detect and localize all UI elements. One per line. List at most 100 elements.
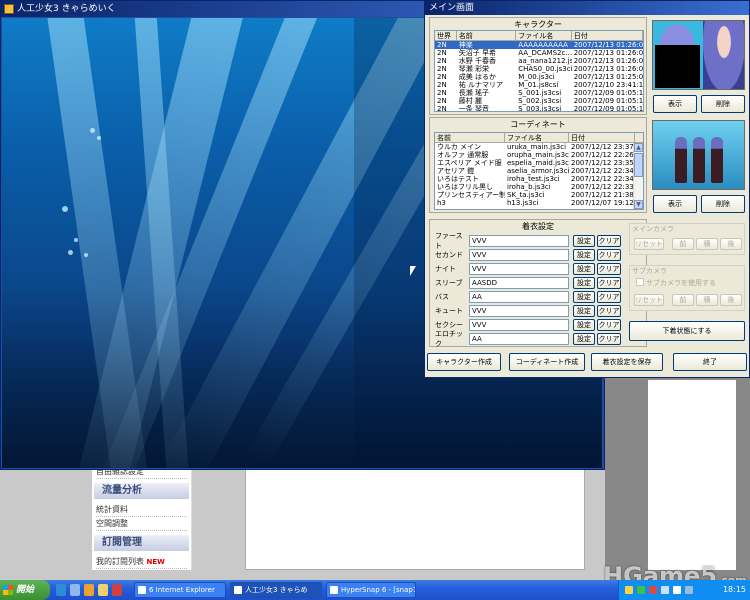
- tray-icon[interactable]: [661, 586, 669, 594]
- main-camera-back-button[interactable]: 後: [720, 238, 742, 250]
- clothing-clear-button[interactable]: クリア: [597, 332, 621, 345]
- clothing-clear-button[interactable]: クリア: [597, 304, 621, 317]
- main-window-titlebar[interactable]: メイン画面: [425, 1, 749, 15]
- sub-camera-reset-button[interactable]: リセット: [634, 294, 664, 306]
- clothing-setting-value-field[interactable]: VVV: [469, 248, 569, 261]
- scroll-down-arrow[interactable]: ▼: [634, 200, 643, 209]
- background-content-panel: [245, 465, 585, 570]
- character-row[interactable]: 2N 成美 はるか M_00.js3ci 2007/12/13 01:25:00: [435, 73, 643, 81]
- clothing-setting-value-field[interactable]: VVV: [469, 262, 569, 275]
- col-filename[interactable]: ファイル名: [505, 133, 569, 142]
- col-filename[interactable]: ファイル名: [516, 31, 572, 40]
- clothing-setting-value-field[interactable]: AASDD: [469, 276, 569, 289]
- clothing-set-button[interactable]: 設定: [573, 304, 595, 317]
- coordinate-show-button[interactable]: 表示: [653, 195, 697, 213]
- bubble: [68, 250, 73, 255]
- coordinate-row[interactable]: ウルカ メイン uruka_main.js3ci 2007/12/12 23:37:…: [435, 143, 643, 151]
- sub-camera-front-button[interactable]: 前: [672, 294, 694, 306]
- character-cell: S_002.js3csi: [518, 97, 562, 105]
- col-name[interactable]: 名前: [457, 31, 517, 40]
- coordinate-row[interactable]: h3 h13.js3ci 2007/12/07 19:12:34: [435, 199, 643, 207]
- character-show-button[interactable]: 表示: [653, 95, 697, 113]
- character-row[interactable]: 2N 神楽 AAAAAAAAAA 2007/12/13 01:26:00: [435, 41, 643, 49]
- coordinate-row[interactable]: いろはフリル黒し iroha_b.js3ci 2007/12/12 22:33:18: [435, 183, 643, 191]
- tray-icon[interactable]: [637, 586, 645, 594]
- start-button[interactable]: 開始: [0, 580, 50, 600]
- main-camera-side-button[interactable]: 横: [696, 238, 718, 250]
- quicklaunch-desktop-icon[interactable]: [70, 584, 80, 596]
- character-row[interactable]: 2N 水野 千春香 aa_nana1212.js...2007/12/13 01:2…: [435, 57, 643, 65]
- create-character-button[interactable]: キャラクター作成: [427, 353, 501, 371]
- sidebar-item-stats[interactable]: 統計資料: [96, 503, 187, 517]
- tray-icon[interactable]: [625, 586, 633, 594]
- clothing-setting-value-field[interactable]: AA: [469, 332, 569, 345]
- quicklaunch-ie-icon[interactable]: [56, 584, 66, 596]
- game-app-icon: [234, 586, 242, 594]
- coordinate-scrollbar[interactable]: ▲ ▼: [633, 143, 643, 209]
- sub-camera-back-button[interactable]: 後: [720, 294, 742, 306]
- sidebar-item-mylist[interactable]: 我的訂閱列表 NEW: [96, 555, 187, 569]
- clothing-setting-value-field[interactable]: VVV: [469, 304, 569, 317]
- clothing-set-button[interactable]: 設定: [573, 332, 595, 345]
- coordinate-cell: 2007/12/12 23:35:16: [571, 159, 635, 167]
- coordinate-row[interactable]: プリンセスティアー制服服SK_ta.js3ci 2007/12/12 21:38:…: [435, 191, 643, 199]
- character-row[interactable]: 2N 一条 琴音 S_003.js3csi 2007/12/09 01:05:13: [435, 105, 643, 111]
- taskbar-clock[interactable]: 18:15: [723, 580, 746, 600]
- clothing-set-button[interactable]: 設定: [573, 248, 595, 261]
- quicklaunch-media-icon[interactable]: [84, 584, 94, 596]
- clothing-clear-button[interactable]: クリア: [597, 248, 621, 261]
- scroll-thumb[interactable]: [634, 153, 643, 177]
- underwear-state-button[interactable]: 下着状態にする: [629, 321, 745, 341]
- coordinate-list[interactable]: 名前 ファイル名 日付 ウルカ メイン uruka_main.js3ci 2007/…: [434, 132, 644, 210]
- character-delete-button[interactable]: 削除: [701, 95, 745, 113]
- clothing-clear-button[interactable]: クリア: [597, 234, 621, 247]
- clothing-clear-button[interactable]: クリア: [597, 276, 621, 289]
- taskbar-item-game[interactable]: 人工少女3 きゃらめ: [230, 582, 322, 598]
- exit-button[interactable]: 終了: [673, 353, 747, 371]
- clothing-set-button[interactable]: 設定: [573, 234, 595, 247]
- character-row[interactable]: 2N 藤村 麗 S_002.js3csi 2007/12/09 01:05:13: [435, 97, 643, 105]
- taskbar-item-hypersnap[interactable]: HyperSnap 6 - [snap7...: [326, 582, 416, 598]
- windows-logo-icon: [3, 585, 13, 595]
- quicklaunch-app-icon[interactable]: [112, 584, 122, 596]
- coordinate-row[interactable]: アセリア 鎧 aselia_armor.js3ci 2007/12/12 22:34…: [435, 167, 643, 175]
- scroll-up-arrow[interactable]: ▲: [634, 143, 643, 152]
- main-camera-front-button[interactable]: 前: [672, 238, 694, 250]
- clothing-set-button[interactable]: 設定: [573, 290, 595, 303]
- character-row[interactable]: 2N 琴瀬 彩栄 CHAS0_00.js3ci 2007/12/13 01:26:00: [435, 65, 643, 73]
- col-world[interactable]: 世界: [435, 31, 457, 40]
- character-row[interactable]: 2N 矢沼子 早希 AA_DCAMS2c... 2007/12/13 01:26:00: [435, 49, 643, 57]
- use-sub-camera-checkbox[interactable]: [636, 278, 644, 286]
- clothing-set-button[interactable]: 設定: [573, 318, 595, 331]
- taskbar-item-ie[interactable]: 6 Internet Explorer: [134, 582, 226, 598]
- sidebar-item-space[interactable]: 空間調整: [96, 517, 187, 531]
- clothing-setting-value-field[interactable]: AA: [469, 290, 569, 303]
- coordinate-row[interactable]: オルファ 通常服 orupha_main.js3ci 2007/12/12 22:2…: [435, 151, 643, 159]
- clothing-clear-button[interactable]: クリア: [597, 290, 621, 303]
- col-date[interactable]: 日付: [572, 31, 643, 40]
- col-name[interactable]: 名前: [435, 133, 505, 142]
- quicklaunch-folder-icon[interactable]: [98, 584, 108, 596]
- character-cell: 藤村 麗: [458, 97, 483, 105]
- clothing-set-button[interactable]: 設定: [573, 276, 595, 289]
- coordinate-row[interactable]: エスペリア メイド服 espelia_maid.js3ci 2007/12/12 2…: [435, 159, 643, 167]
- col-date[interactable]: 日付: [569, 133, 635, 142]
- sub-camera-side-button[interactable]: 横: [696, 294, 718, 306]
- create-coordinate-button[interactable]: コーディネート作成: [509, 353, 585, 371]
- clothing-setting-value-field[interactable]: VVV: [469, 318, 569, 331]
- save-settings-button[interactable]: 着衣設定を保存: [591, 353, 663, 371]
- clothing-setting-row: キュート VVV 設定 クリア: [435, 304, 621, 317]
- tray-icon[interactable]: [649, 586, 657, 594]
- volume-icon[interactable]: [685, 586, 693, 594]
- character-row[interactable]: 2N 祐 ルナマリア M_01.js8csi 2007/12/10 23:41:17: [435, 81, 643, 89]
- coordinate-delete-button[interactable]: 削除: [701, 195, 745, 213]
- tray-icon[interactable]: [673, 586, 681, 594]
- main-camera-reset-button[interactable]: リセット: [634, 238, 664, 250]
- character-row[interactable]: 2N 長瀬 瑤子 S_001.js3csi 2007/12/09 01:05:13: [435, 89, 643, 97]
- clothing-clear-button[interactable]: クリア: [597, 262, 621, 275]
- character-list[interactable]: 世界 名前 ファイル名 日付 2N 神楽 AAAAAAAAAA 2007/12/13 …: [434, 30, 644, 112]
- coordinate-row[interactable]: いろはテスト iroha_test.js3ci 2007/12/12 22:34:0…: [435, 175, 643, 183]
- clothing-setting-value-field[interactable]: VVV: [469, 234, 569, 247]
- clothing-set-button[interactable]: 設定: [573, 262, 595, 275]
- clothing-clear-button[interactable]: クリア: [597, 318, 621, 331]
